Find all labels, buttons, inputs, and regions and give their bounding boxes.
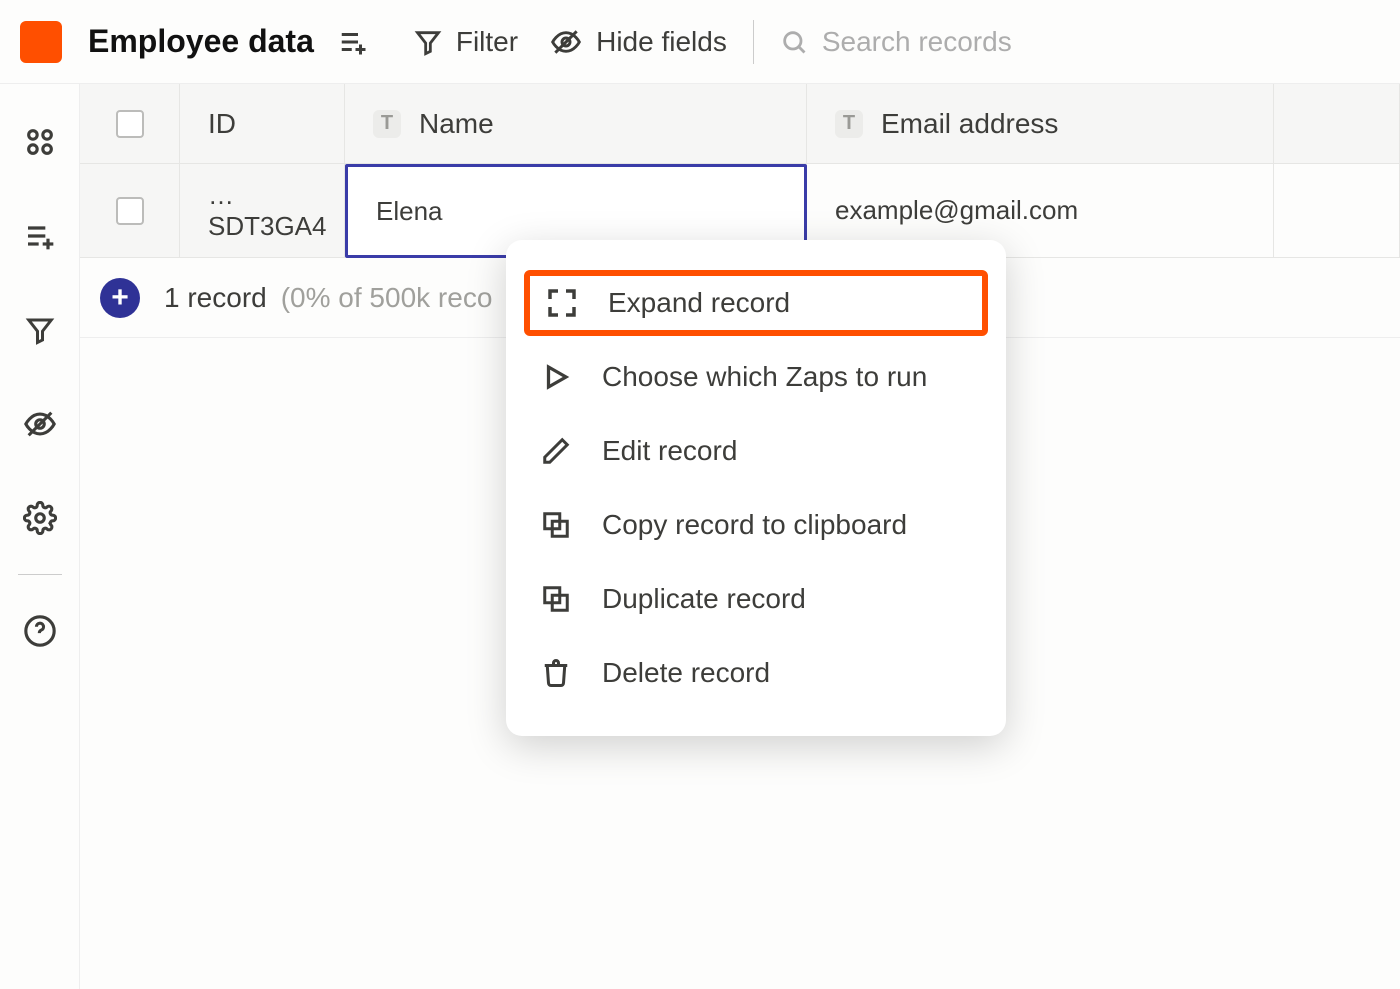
- add-list-icon[interactable]: [22, 218, 58, 254]
- brand-logo[interactable]: [20, 21, 62, 63]
- pencil-icon: [536, 431, 576, 471]
- header-id[interactable]: ID: [180, 84, 345, 163]
- record-quota-label: (0% of 500k reco: [281, 282, 493, 314]
- text-type-icon: T: [373, 110, 401, 138]
- header-extra[interactable]: [1274, 84, 1400, 163]
- add-row-button[interactable]: [338, 27, 368, 57]
- row-id-cell[interactable]: …SDT3GA4: [180, 164, 345, 258]
- help-icon[interactable]: [22, 613, 58, 649]
- hide-fields-label: Hide fields: [596, 26, 727, 58]
- menu-edit-record[interactable]: Edit record: [524, 418, 988, 484]
- rail-eye-off-icon[interactable]: [22, 406, 58, 442]
- menu-item-label: Duplicate record: [602, 583, 806, 615]
- eye-off-icon: [550, 26, 582, 58]
- header-email[interactable]: T Email address: [807, 84, 1274, 163]
- row-checkbox-cell[interactable]: [80, 164, 180, 258]
- header-checkbox-cell[interactable]: [80, 84, 180, 163]
- text-type-icon: T: [835, 110, 863, 138]
- duplicate-icon: [536, 579, 576, 619]
- record-count-label: 1 record: [164, 282, 267, 314]
- menu-choose-zaps[interactable]: Choose which Zaps to run: [524, 344, 988, 410]
- record-context-menu: Expand record Choose which Zaps to run E…: [506, 240, 1006, 736]
- add-record-button[interactable]: +: [100, 278, 140, 318]
- header-name-label: Name: [419, 108, 494, 140]
- trash-icon: [536, 653, 576, 693]
- search-placeholder: Search records: [822, 26, 1012, 58]
- list-plus-icon: [338, 27, 368, 57]
- menu-item-label: Expand record: [608, 287, 790, 319]
- header-row: ID T Name T Email address: [80, 84, 1400, 164]
- filter-button[interactable]: Filter: [414, 26, 518, 58]
- menu-item-label: Copy record to clipboard: [602, 509, 907, 541]
- menu-duplicate-record[interactable]: Duplicate record: [524, 566, 988, 632]
- expand-icon: [542, 283, 582, 323]
- rail-divider: [18, 574, 62, 575]
- menu-copy-record[interactable]: Copy record to clipboard: [524, 492, 988, 558]
- apps-icon[interactable]: [22, 124, 58, 160]
- left-rail: [0, 84, 80, 989]
- top-toolbar: Employee data Filter Hide fields Search …: [0, 0, 1400, 84]
- search-icon: [780, 28, 808, 56]
- toolbar-separator: [753, 20, 754, 64]
- rail-filter-icon[interactable]: [22, 312, 58, 348]
- filter-icon: [414, 28, 442, 56]
- menu-delete-record[interactable]: Delete record: [524, 640, 988, 706]
- menu-item-label: Choose which Zaps to run: [602, 361, 927, 393]
- play-icon: [536, 357, 576, 397]
- filter-label: Filter: [456, 26, 518, 58]
- copy-icon: [536, 505, 576, 545]
- row-extra-cell[interactable]: [1274, 164, 1400, 258]
- menu-expand-record[interactable]: Expand record: [524, 270, 988, 336]
- hide-fields-button[interactable]: Hide fields: [550, 26, 727, 58]
- settings-icon[interactable]: [22, 500, 58, 536]
- search-records[interactable]: Search records: [780, 26, 1012, 58]
- header-email-label: Email address: [881, 108, 1058, 140]
- table-name[interactable]: Employee data: [88, 23, 314, 60]
- menu-item-label: Edit record: [602, 435, 737, 467]
- header-name[interactable]: T Name: [345, 84, 807, 163]
- row-checkbox[interactable]: [116, 197, 144, 225]
- menu-item-label: Delete record: [602, 657, 770, 689]
- select-all-checkbox[interactable]: [116, 110, 144, 138]
